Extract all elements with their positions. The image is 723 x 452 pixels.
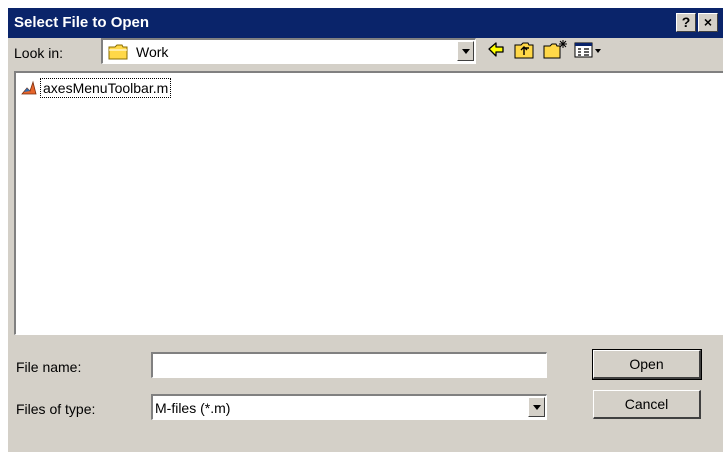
title-bar[interactable]: Select File to Open ? × — [8, 8, 723, 38]
close-button[interactable]: × — [698, 13, 718, 32]
new-folder-icon[interactable] — [542, 38, 567, 62]
file-type-combo[interactable]: M-files (*.m) — [151, 394, 547, 420]
file-name-label: File name: — [16, 359, 82, 375]
look-in-combo[interactable]: Work — [101, 38, 476, 64]
folder-icon — [108, 44, 128, 60]
dialog-title: Select File to Open — [14, 14, 150, 31]
file-list[interactable]: axesMenuToolbar.m — [14, 71, 723, 335]
file-name-input[interactable] — [151, 352, 547, 378]
help-button[interactable]: ? — [676, 13, 696, 32]
matlab-file-icon — [21, 80, 37, 95]
up-folder-icon[interactable] — [512, 38, 536, 62]
look-in-label: Look in: — [14, 45, 64, 61]
open-file-dialog: Select File to Open ? × Look in: Work ax… — [8, 8, 723, 452]
file-type-dropdown-button[interactable] — [528, 397, 545, 417]
look-in-value: Work — [136, 44, 169, 60]
open-button[interactable]: Open — [592, 349, 702, 380]
back-arrow-icon[interactable] — [484, 38, 508, 62]
file-type-label: Files of type: — [16, 401, 96, 417]
file-name: axesMenuToolbar.m — [40, 78, 172, 98]
cancel-button[interactable]: Cancel — [593, 390, 701, 419]
view-menu-icon[interactable] — [573, 38, 603, 62]
look-in-dropdown-button[interactable] — [457, 41, 474, 61]
file-type-value: M-files (*.m) — [155, 400, 231, 416]
